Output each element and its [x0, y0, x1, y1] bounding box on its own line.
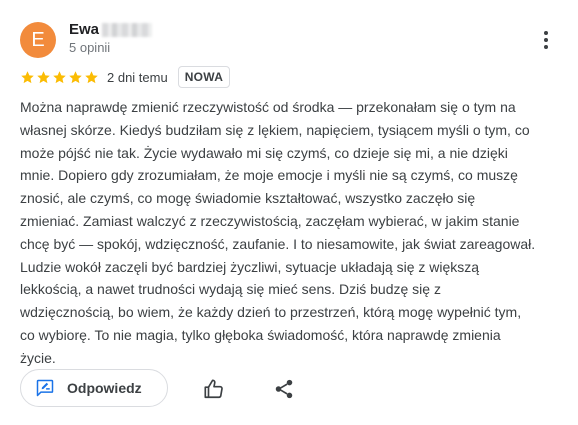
star-icon [69, 70, 82, 83]
star-rating [20, 70, 99, 85]
review-date: 2 dni temu [107, 69, 168, 85]
thumbs-up-icon [204, 379, 223, 399]
star-icon [85, 70, 98, 83]
reply-button[interactable]: Odpowiedz [20, 369, 168, 407]
more-vert-icon[interactable] [534, 28, 558, 52]
star-icon [37, 70, 50, 83]
redacted-surname [102, 22, 153, 37]
reviewer-review-count: 5 opinii [69, 40, 111, 55]
more-dot [544, 38, 548, 42]
like-button[interactable] [201, 376, 227, 402]
star-icon [53, 70, 66, 83]
reviewer-name[interactable]: Ewa [69, 21, 153, 38]
review-card: E Ewa 5 opinii 2 dni temu NOWA Można nap… [0, 0, 578, 425]
share-icon [275, 379, 293, 399]
avatar[interactable]: E [20, 22, 56, 58]
more-dot [544, 45, 548, 49]
reviewer-name-text: Ewa [69, 21, 100, 38]
more-dot [544, 31, 548, 35]
rating-row: 2 dni temu NOWA [20, 66, 231, 88]
review-text: Można naprawdę zmienić rzeczywistość od … [20, 99, 536, 366]
reply-label: Odpowiedz [67, 380, 142, 396]
reply-edit-icon [36, 379, 54, 397]
share-button[interactable] [271, 376, 297, 402]
star-icon [21, 70, 34, 83]
new-badge: NOWA [177, 66, 231, 88]
